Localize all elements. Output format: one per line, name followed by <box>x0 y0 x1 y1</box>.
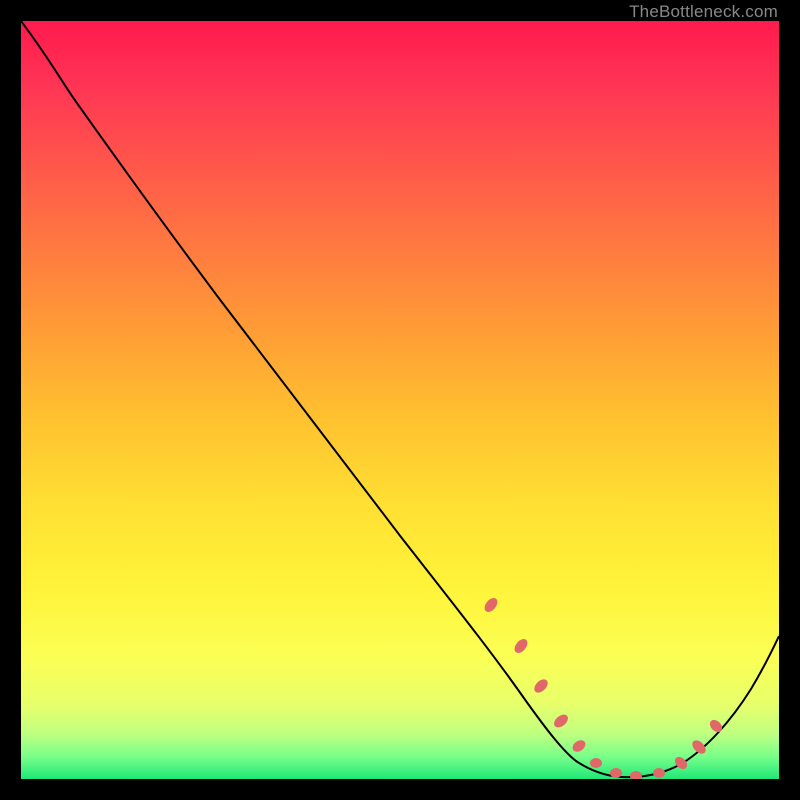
curve-overlay <box>21 21 779 779</box>
bottleneck-curve-line <box>21 21 779 777</box>
chart-area <box>21 21 779 779</box>
watermark-text: TheBottleneck.com <box>629 2 778 22</box>
marker-dots <box>482 596 724 779</box>
